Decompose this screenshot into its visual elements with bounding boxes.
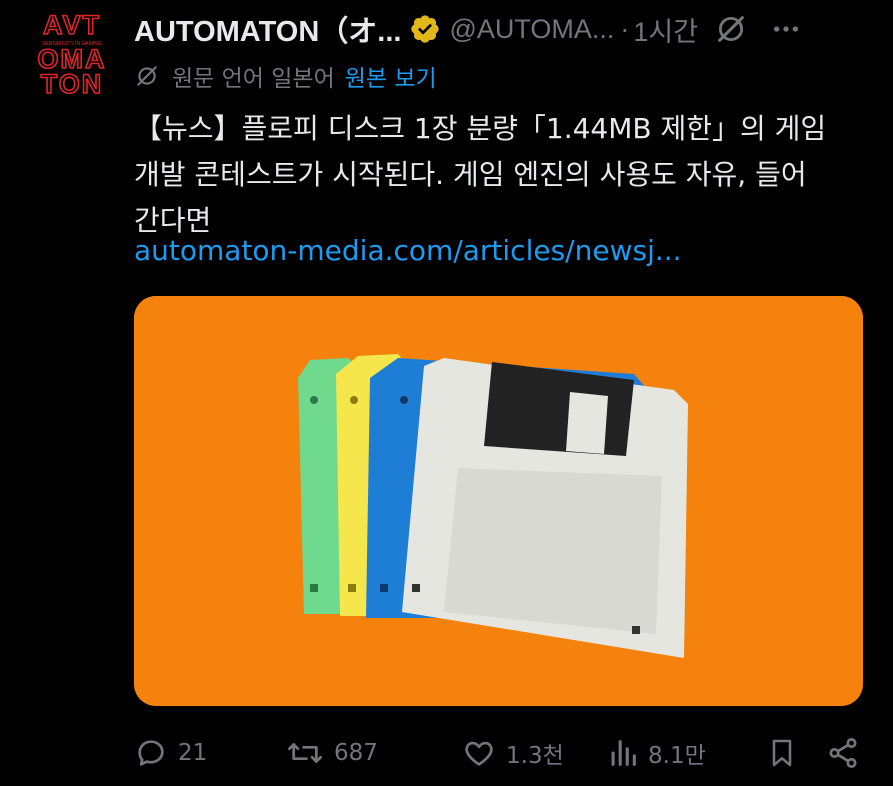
repost-icon <box>288 743 322 763</box>
repost-button[interactable]: 687 <box>286 736 378 770</box>
avatar-line-3: TON <box>41 69 104 96</box>
reply-icon <box>138 740 164 766</box>
like-icon <box>465 741 493 766</box>
repost-count: 687 <box>334 740 378 766</box>
views-icon <box>611 740 636 766</box>
share-icon <box>829 738 857 768</box>
post-text-line: 【뉴스】플로피 디스크 1장 분량「1.44MB 제한」의 게임 <box>134 112 827 145</box>
grok-icon[interactable] <box>714 12 748 46</box>
like-button[interactable]: 1.3천 <box>462 736 564 770</box>
post-text-line: 개발 콘테스트가 시작된다. 게임 엔진의 사용도 자유, 들어 <box>134 158 807 191</box>
avatar[interactable]: AVT VERSATILITY IN GAMING OMA TON <box>28 8 116 96</box>
white-floppy-disk <box>402 358 688 658</box>
floppy-disks-photo <box>134 296 863 706</box>
separator-dot: · <box>620 13 630 44</box>
grok-icon <box>137 66 157 86</box>
post: AVT VERSATILITY IN GAMING OMA TON AUTOMA… <box>0 0 893 786</box>
bookmark-button[interactable] <box>766 735 798 771</box>
reply-count: 21 <box>178 740 208 766</box>
automaton-logo: AVT VERSATILITY IN GAMING OMA TON <box>28 8 116 96</box>
post-image[interactable] <box>134 296 863 706</box>
avatar-line-1: AVT <box>43 10 101 40</box>
post-header: AUTOMATON（オ... @AUTOMA... · 1시간 <box>134 8 867 50</box>
bookmark-icon <box>772 739 792 767</box>
translation-row: 원문 언어 일본어 원본 보기 <box>134 58 437 94</box>
view-count: 8.1만 <box>648 743 706 769</box>
more-icon[interactable] <box>770 13 802 45</box>
post-text: 【뉴스】플로피 디스크 1장 분량「1.44MB 제한」의 게임 개발 콘테스트… <box>134 106 864 244</box>
verified-badge-icon <box>411 15 440 43</box>
share-button[interactable] <box>826 736 860 770</box>
handle[interactable]: @AUTOMA... <box>449 14 614 45</box>
display-name[interactable]: AUTOMATON（オ... <box>134 8 401 50</box>
translation-label: 원문 언어 일본어 <box>172 66 335 92</box>
views-button[interactable]: 8.1만 <box>608 736 706 770</box>
action-bar: 21 687 1.3천 8.1만 <box>134 732 862 774</box>
like-count: 1.3천 <box>506 743 564 769</box>
article-link[interactable]: automaton-media.com/articles/newsj... <box>134 228 682 274</box>
timestamp[interactable]: 1시간 <box>633 10 698 49</box>
reply-button[interactable]: 21 <box>134 736 207 770</box>
show-original-link[interactable]: 원본 보기 <box>345 59 437 93</box>
